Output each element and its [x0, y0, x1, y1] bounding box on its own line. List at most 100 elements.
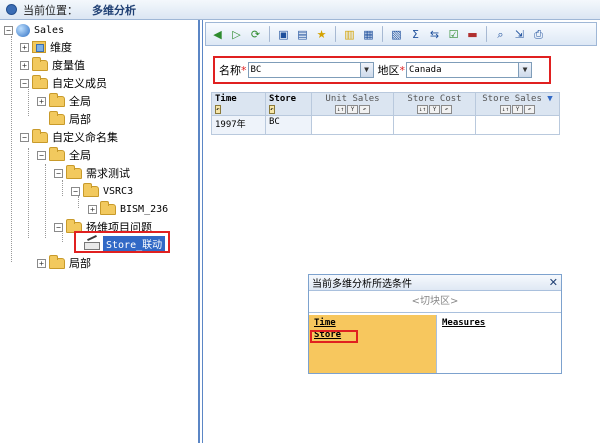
- toolbar-separator: [335, 26, 336, 42]
- toolbar-separator: [269, 26, 270, 42]
- cell-time: 1997年: [211, 115, 266, 135]
- slice-area[interactable]: <切块区>: [309, 291, 561, 313]
- expand-icon[interactable]: +: [20, 60, 29, 70]
- expand-icon[interactable]: +: [37, 258, 46, 268]
- drill-icon[interactable]: ↶: [359, 105, 370, 114]
- database-icon: [16, 23, 30, 37]
- selected-conditions-popup: 当前多维分析所选条件 ✕ <切块区> Time Store Measures: [308, 274, 562, 374]
- toolbar-separator: [486, 26, 487, 42]
- cube-tree-panel: − Sales + 维度 + 度量值 − 自定义成员 + 全局 局部 − 自定义…: [0, 20, 200, 443]
- refresh-icon[interactable]: ⟳: [247, 26, 264, 43]
- filter-icon[interactable]: Y: [347, 105, 358, 114]
- collapse-icon[interactable]: −: [20, 132, 29, 142]
- name-select[interactable]: BC ▼: [247, 62, 374, 78]
- collapse-icon[interactable]: −: [4, 25, 13, 35]
- folder-icon: [83, 182, 99, 197]
- analysis-panel: ◀ ▷ ⟳ ▣ ▤ ★ ▥ ▦ ▧ Σ ⇆ ☑ ▬ ⌕ ⇲ ⎙ 名称* BC ▼…: [202, 20, 600, 443]
- col-item-measures[interactable]: Measures: [442, 317, 556, 329]
- tree-item-custom-members-global[interactable]: + 全局: [37, 92, 91, 109]
- cell-store-cost: [393, 115, 476, 135]
- expand-icon[interactable]: +: [20, 42, 29, 52]
- drill-icon[interactable]: ↶: [269, 105, 275, 114]
- expand-icon[interactable]: +: [37, 96, 46, 106]
- row-item-time[interactable]: Time: [314, 317, 431, 329]
- filter-icon[interactable]: Y: [429, 105, 440, 114]
- tree-item-custom-sets-global[interactable]: − 全局: [37, 146, 91, 163]
- cell-unit-sales: [311, 115, 394, 135]
- delete-icon[interactable]: ▬: [464, 26, 481, 43]
- rows-area[interactable]: Time Store: [309, 315, 437, 373]
- measure-header-unit-sales[interactable]: Unit Sales ↓↑ Y ↶: [311, 92, 394, 116]
- export-icon[interactable]: ▧: [388, 26, 405, 43]
- collapse-icon[interactable]: −: [54, 168, 63, 178]
- print-icon[interactable]: ⎙: [530, 26, 547, 43]
- tree-item-custom-members-local[interactable]: 局部: [49, 110, 91, 127]
- location-bar: 当前位置： 多维分析: [0, 0, 600, 20]
- close-icon[interactable]: ✕: [549, 276, 558, 289]
- tree-item-custom-sets[interactable]: − 自定义命名集: [20, 128, 118, 145]
- forward-icon[interactable]: ▷: [228, 26, 245, 43]
- collapse-icon[interactable]: −: [54, 222, 63, 232]
- popup-titlebar: 当前多维分析所选条件 ✕: [309, 275, 561, 291]
- tree-item-vsrc3[interactable]: − VSRC3: [71, 182, 133, 199]
- filter-icon[interactable]: Y: [512, 105, 523, 114]
- expand-icon[interactable]: +: [88, 204, 97, 214]
- chart-icon[interactable]: ▥: [341, 26, 358, 43]
- favorite-icon[interactable]: ★: [313, 26, 330, 43]
- tree-item-dimensions[interactable]: + 维度: [20, 39, 72, 55]
- location-label: 当前位置：: [23, 3, 78, 17]
- chevron-down-icon[interactable]: ▼: [359, 63, 373, 77]
- toolbar-separator: [382, 26, 383, 42]
- drill-icon[interactable]: ↶: [441, 105, 452, 114]
- sort-icon[interactable]: ↓↑: [500, 105, 511, 114]
- formula-icon[interactable]: Σ: [407, 26, 424, 43]
- folder-icon: [66, 164, 82, 179]
- save-as-icon[interactable]: ▤: [294, 26, 311, 43]
- back-icon[interactable]: ◀: [209, 26, 226, 43]
- collapse-icon[interactable]: −: [20, 78, 29, 88]
- region-select[interactable]: Canada ▼: [406, 62, 532, 78]
- collapse-icon[interactable]: −: [71, 186, 80, 196]
- location-value: 多维分析: [92, 3, 136, 17]
- measure-header-store-cost[interactable]: Store Cost ↓↑ Y ↶: [393, 92, 476, 116]
- folder-icon: [49, 254, 65, 269]
- sort-icon[interactable]: ↓↑: [335, 105, 346, 114]
- toolbar: ◀ ▷ ⟳ ▣ ▤ ★ ▥ ▦ ▧ Σ ⇆ ☑ ▬ ⌕ ⇲ ⎙: [205, 22, 597, 46]
- folder-icon: [49, 92, 65, 107]
- drill-icon[interactable]: ⇲: [511, 26, 528, 43]
- tree-item-bism-236[interactable]: + BISM_236: [88, 200, 168, 217]
- folder-icon: [49, 146, 65, 161]
- highlight-box-tree: [74, 231, 170, 253]
- chevron-down-icon[interactable]: ▼: [518, 63, 531, 77]
- tree-item-measures[interactable]: + 度量值: [20, 56, 85, 73]
- save-icon[interactable]: ▣: [275, 26, 292, 43]
- row-header-store[interactable]: Store ↶: [265, 92, 312, 116]
- sort-icon[interactable]: ↓↑: [417, 105, 428, 114]
- folder-icon: [100, 200, 116, 215]
- tree-root[interactable]: − Sales: [4, 22, 64, 38]
- measure-header-store-sales[interactable]: Store Sales ▼ ↓↑ Y ↶: [475, 92, 560, 116]
- collapse-icon[interactable]: −: [37, 150, 46, 160]
- folder-icon: [49, 110, 65, 125]
- drill-icon[interactable]: ↶: [215, 105, 221, 114]
- row-header-time[interactable]: Time ↶: [211, 92, 266, 116]
- pivot-grid: Time ↶ Store ↶ Unit Sales ↓↑ Y ↶ Store C…: [211, 92, 560, 135]
- folder-icon: [32, 128, 48, 143]
- location-pin-icon: [6, 4, 17, 15]
- zoom-icon[interactable]: ⌕: [492, 26, 509, 43]
- folder-icon: [32, 56, 48, 71]
- region-filter-label: 地区*: [377, 64, 406, 77]
- layout-icon[interactable]: ▦: [360, 26, 377, 43]
- tree-item-custom-sets-local[interactable]: + 局部: [37, 254, 91, 271]
- tree-item-requirement-test[interactable]: − 需求测试: [54, 164, 130, 181]
- cell-store-sales: [475, 115, 560, 135]
- swap-axes-icon[interactable]: ⇆: [426, 26, 443, 43]
- tree-item-custom-members[interactable]: − 自定义成员: [20, 74, 107, 91]
- drill-icon[interactable]: ↶: [524, 105, 535, 114]
- check-icon[interactable]: ☑: [445, 26, 462, 43]
- highlight-box-store: [310, 330, 358, 343]
- columns-area[interactable]: Measures: [437, 315, 561, 373]
- cell-store: BC: [265, 115, 312, 135]
- name-filter-label: 名称*: [219, 64, 247, 77]
- dimension-icon: [32, 41, 46, 53]
